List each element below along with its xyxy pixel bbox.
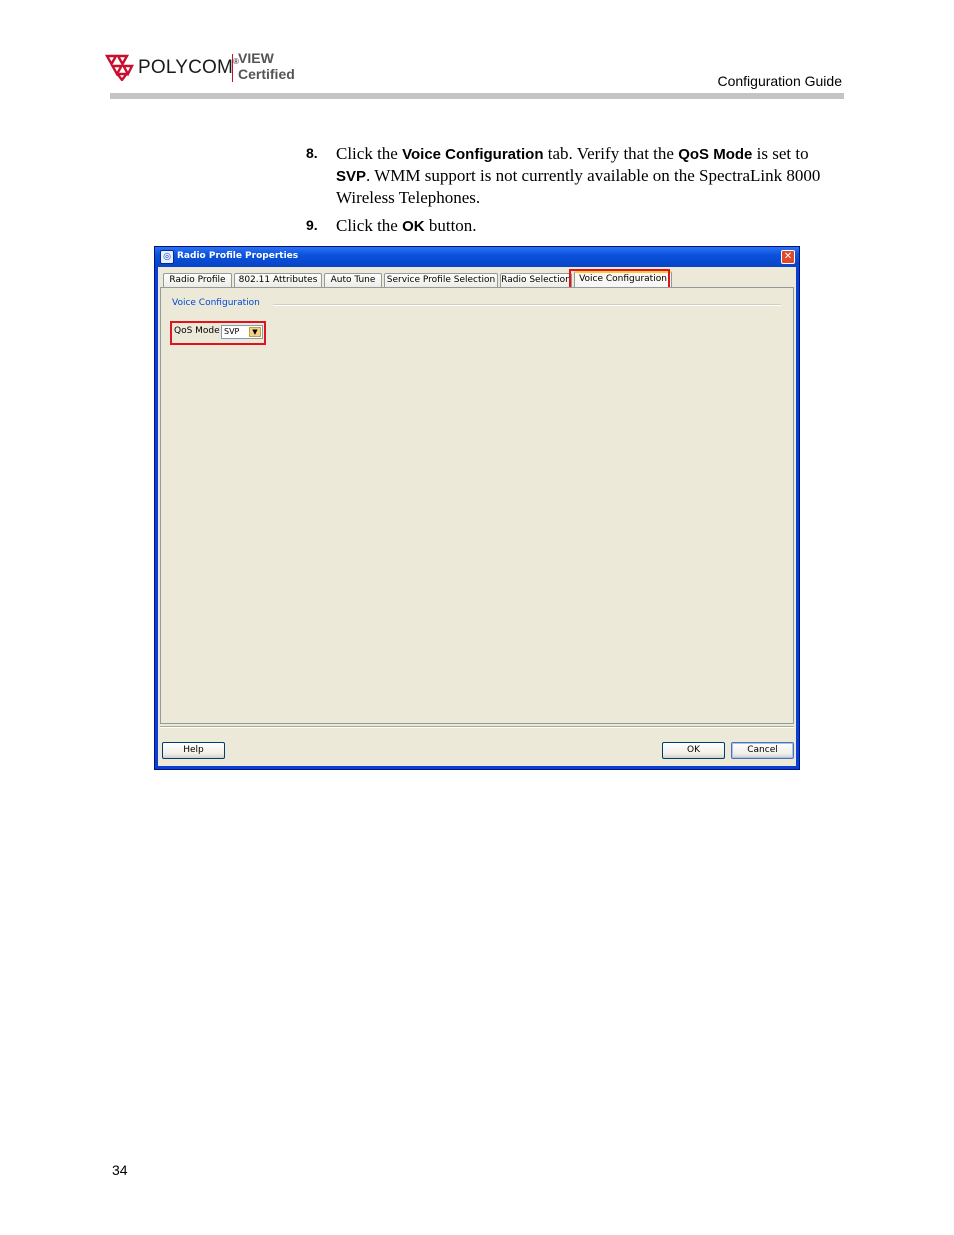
polycom-triangles-icon xyxy=(104,54,134,81)
footer-divider xyxy=(160,726,794,728)
qos-mode-label: QoS Mode xyxy=(174,326,220,336)
badge-certified: Certified xyxy=(238,66,295,82)
tab-voice-configuration[interactable]: Voice Configuration xyxy=(574,271,672,288)
radio-profile-dialog: ◎ Radio Profile Properties ✕ Radio Profi… xyxy=(154,246,800,770)
close-icon[interactable]: ✕ xyxy=(781,250,795,264)
voice-configuration-panel: Voice Configuration QoS Mode SVP ▼ xyxy=(160,287,794,724)
header-rule xyxy=(110,93,844,99)
chevron-down-icon[interactable]: ▼ xyxy=(249,327,261,337)
tab-service-profile-selection[interactable]: Service Profile Selection xyxy=(384,273,498,287)
badge-view: VIEW xyxy=(238,50,274,66)
brand-name: POLYCOM® xyxy=(138,57,240,78)
dialog-titlebar[interactable]: ◎ Radio Profile Properties ✕ xyxy=(155,247,799,267)
ok-button[interactable]: OK xyxy=(662,742,725,759)
help-button[interactable]: Help xyxy=(162,742,225,759)
qos-mode-select[interactable]: SVP ▼ xyxy=(221,325,263,339)
page-number: 34 xyxy=(112,1162,128,1178)
qos-mode-value: SVP xyxy=(224,327,240,336)
step-text: Click the Voice Configuration tab. Verif… xyxy=(336,144,821,207)
dialog-client-area: Radio Profile 802.11 Attributes Auto Tun… xyxy=(158,267,796,766)
app-icon: ◎ xyxy=(160,250,174,264)
tab-802-11-attributes[interactable]: 802.11 Attributes xyxy=(234,273,322,287)
step-text: Click the OK button. xyxy=(336,216,477,235)
tab-radio-selection[interactable]: Radio Selection xyxy=(500,273,572,287)
dialog-title: Radio Profile Properties xyxy=(177,251,299,261)
tab-auto-tune[interactable]: Auto Tune xyxy=(324,273,382,287)
polycom-logo: POLYCOM® VIEW Certified xyxy=(104,50,304,86)
step-number: 9. xyxy=(306,217,318,233)
logo-divider xyxy=(232,54,233,82)
header-title: Configuration Guide xyxy=(717,73,842,89)
cancel-button[interactable]: Cancel xyxy=(731,742,794,759)
tab-radio-profile[interactable]: Radio Profile xyxy=(163,273,232,287)
step-number: 8. xyxy=(306,145,318,161)
section-divider xyxy=(273,304,781,306)
section-label: Voice Configuration xyxy=(172,298,260,308)
